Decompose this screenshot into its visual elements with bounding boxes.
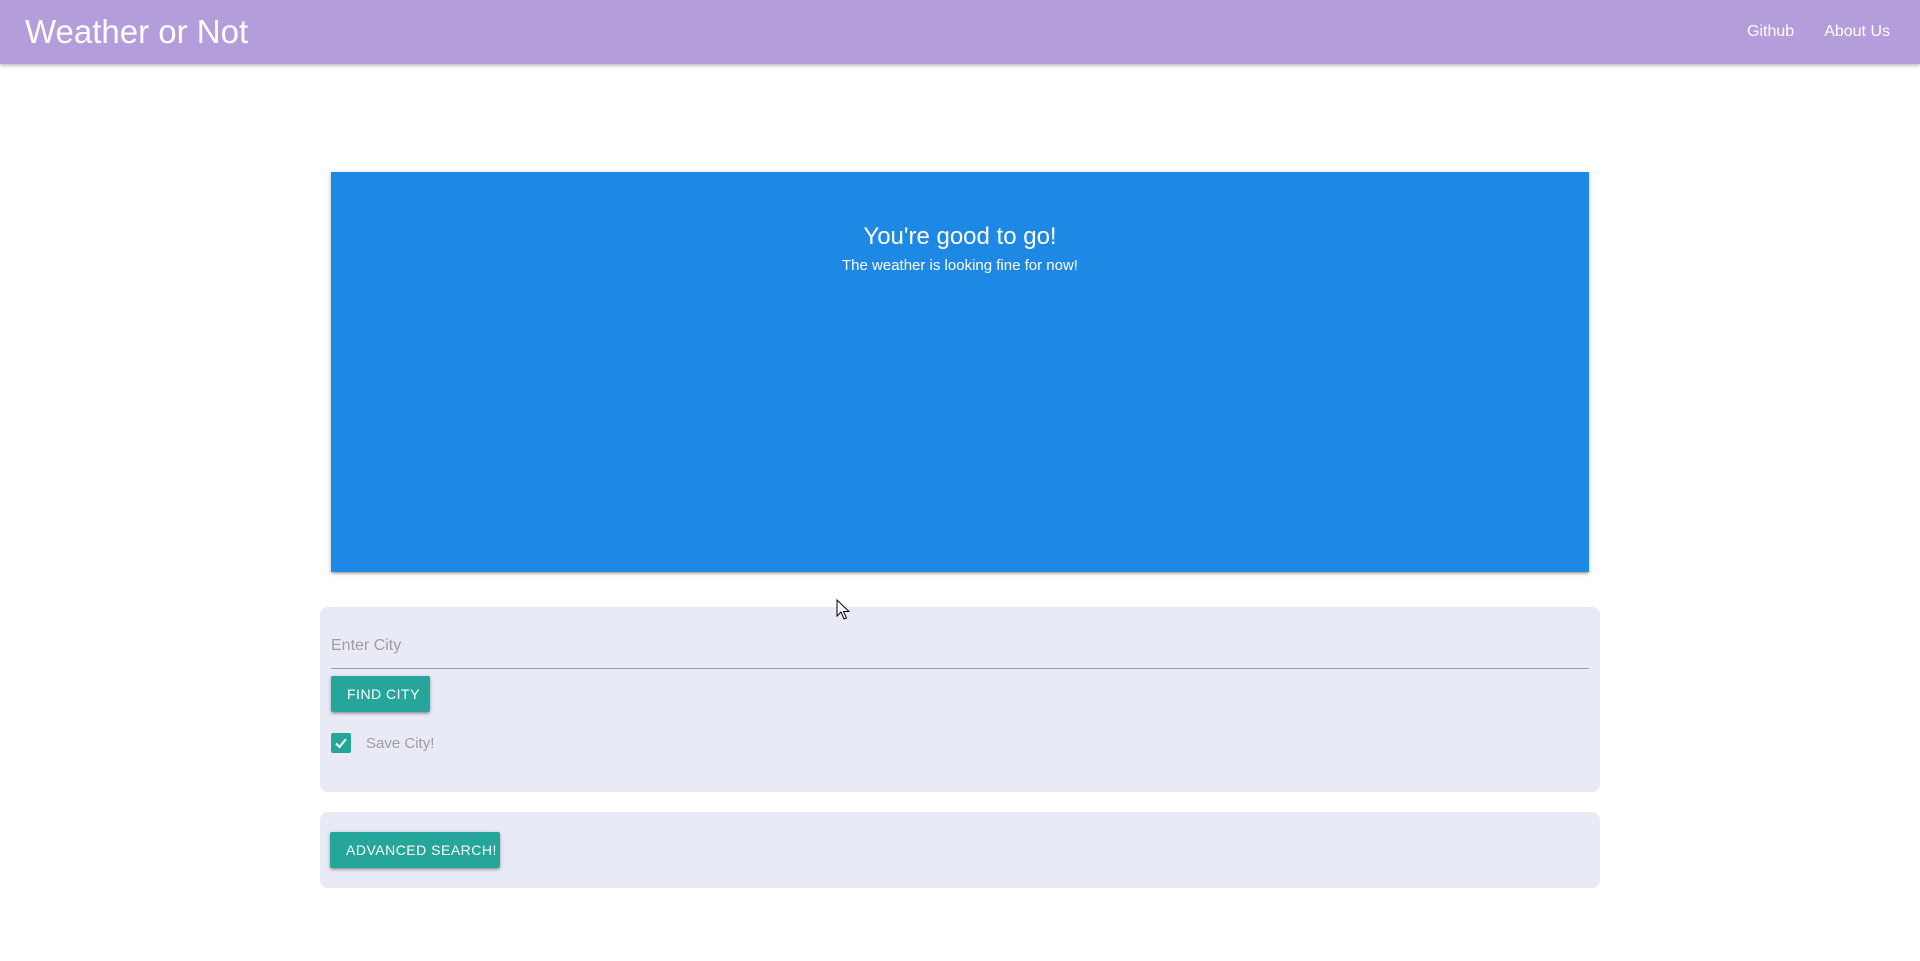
city-search-panel: Find City Save City! [320, 607, 1600, 792]
save-city-label[interactable]: Save City! [366, 735, 434, 752]
save-city-checkbox[interactable] [331, 733, 351, 753]
brand-logo[interactable]: Weather or Not [25, 12, 248, 52]
status-subtitle: The weather is looking fine for now! [842, 257, 1078, 274]
navbar: Weather or Not Github About Us [0, 0, 1920, 64]
find-city-button[interactable]: Find City [331, 676, 430, 712]
nav-link-github[interactable]: Github [1732, 0, 1809, 64]
save-city-option: Save City! [331, 732, 434, 754]
nav-links: Github About Us [1732, 0, 1905, 64]
weather-status-card: You're good to go! The weather is lookin… [331, 172, 1589, 572]
advanced-search-panel: Advanced Search! [320, 812, 1600, 888]
nav-link-about-us[interactable]: About Us [1809, 0, 1905, 64]
status-title: You're good to go! [863, 223, 1057, 250]
advanced-search-button[interactable]: Advanced Search! [330, 832, 500, 868]
city-input[interactable] [331, 624, 1589, 669]
check-icon [335, 738, 347, 749]
